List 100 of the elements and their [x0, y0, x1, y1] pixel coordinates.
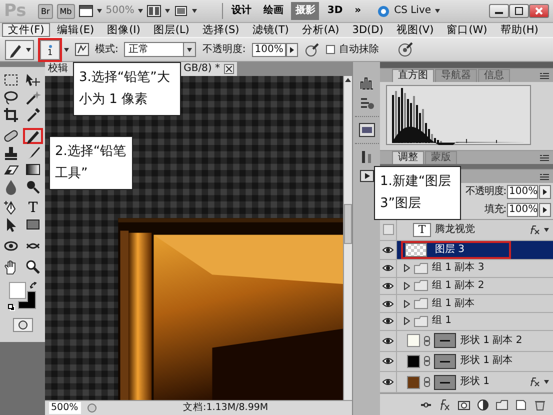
folder-icon[interactable] [495, 398, 509, 410]
effects-icon[interactable] [528, 224, 540, 235]
eye-icon[interactable] [382, 244, 394, 255]
default-colors-icon[interactable] [8, 304, 15, 311]
opacity-slider-button[interactable] [539, 185, 551, 199]
caret-icon[interactable] [544, 380, 549, 384]
eye-icon[interactable] [382, 263, 394, 274]
menu-item[interactable]: 图层(L) [147, 23, 196, 37]
menu-item[interactable]: 图像(I) [101, 23, 146, 37]
opacity-field[interactable]: 100% [507, 185, 538, 199]
menu-item[interactable]: 视图(V) [390, 23, 440, 37]
adjustments-icon[interactable] [360, 150, 374, 164]
new-layer-icon[interactable] [514, 398, 528, 410]
effects-icon[interactable] [528, 377, 540, 388]
play-icon[interactable] [360, 170, 374, 182]
layer-row[interactable]: 图层 3 [380, 240, 553, 260]
panel-tab[interactable]: 信息 [478, 69, 510, 82]
tab-close-button[interactable] [224, 64, 234, 74]
eye-icon[interactable] [382, 356, 394, 366]
opacity-slider-button[interactable] [286, 42, 298, 56]
workspace-button[interactable]: 设计 [227, 2, 256, 20]
menu-item[interactable]: 选择(S) [196, 23, 246, 37]
mini-bridge-icon[interactable] [358, 123, 374, 137]
menu-item[interactable]: 3D(D) [346, 23, 390, 37]
layer-row[interactable]: 形状 1 副本 [380, 352, 553, 372]
workspace-button[interactable]: 摄影 [291, 2, 320, 20]
menu-item[interactable]: 文件(F) [2, 23, 50, 37]
eye-icon[interactable] [382, 298, 394, 309]
panel-menu-icon[interactable] [540, 174, 549, 180]
quick-mask-button[interactable] [13, 318, 33, 332]
panel-menu-icon[interactable] [540, 72, 549, 78]
close-button[interactable] [529, 4, 549, 18]
expand-triangle-icon[interactable] [404, 300, 410, 308]
panel-tab[interactable]: 导航器 [435, 69, 477, 82]
menu-item[interactable]: 窗口(W) [440, 23, 494, 37]
panel-menu-icon[interactable] [540, 154, 549, 160]
workspace-button[interactable]: 3D [323, 2, 347, 20]
panel-tab[interactable]: 直方图 [392, 69, 434, 82]
expand-triangle-icon[interactable] [404, 264, 410, 272]
eye-icon[interactable] [382, 316, 394, 326]
layer-row[interactable]: 组 1 副本 3 [380, 260, 553, 278]
app-button[interactable]: Mb [56, 4, 75, 18]
layer-row[interactable]: 组 1 [380, 313, 553, 331]
histogram-icon[interactable] [360, 76, 374, 90]
effects-icon[interactable] [438, 398, 452, 410]
document-tab-title[interactable]: GB/8) * [184, 63, 220, 75]
scrollbar[interactable] [343, 76, 352, 400]
scrollbar-thumb[interactable] [344, 204, 352, 244]
screen-mode-icon[interactable] [174, 5, 188, 17]
menu-item[interactable]: 编辑(E) [51, 23, 100, 37]
document-tab-title[interactable]: 校辑 [48, 63, 68, 75]
adjustment-layer-icon[interactable] [476, 398, 490, 410]
mode-select[interactable]: 正常 [124, 42, 196, 57]
tool-preset-button[interactable] [5, 40, 34, 60]
trash-icon[interactable] [533, 398, 547, 410]
airbrush-icon[interactable] [304, 42, 320, 58]
menu-item[interactable]: 帮助(H) [494, 23, 544, 37]
auto-erase-checkbox[interactable] [326, 45, 335, 54]
tablet-pressure-icon[interactable] [396, 42, 413, 58]
menu-item[interactable]: 滤镜(T) [246, 23, 295, 37]
layer-row[interactable]: 组 1 副本 2 [380, 278, 553, 296]
app-button[interactable]: Br [38, 4, 53, 18]
expand-triangle-icon[interactable] [404, 317, 410, 326]
tool-button[interactable] [23, 73, 43, 89]
tool-button[interactable] [23, 128, 43, 144]
foreground-swatch[interactable] [9, 282, 26, 299]
eye-icon[interactable] [382, 280, 394, 291]
fill-field[interactable]: 100% [507, 203, 538, 217]
minimize-button[interactable] [489, 4, 509, 18]
zoom-field[interactable]: 500% [49, 402, 81, 414]
view-extras-icon[interactable] [78, 5, 93, 17]
maximize-button[interactable] [509, 4, 529, 18]
visibility-toggle[interactable] [382, 224, 394, 236]
panel-tab[interactable]: 蒙版 [425, 151, 457, 164]
tool-button[interactable]: T [23, 200, 43, 216]
brush-size-button[interactable]: 1 [40, 40, 60, 60]
background-swatch[interactable] [18, 291, 36, 309]
eye-icon[interactable] [382, 377, 394, 388]
brush-panel-icon[interactable] [75, 43, 89, 56]
layer-row[interactable]: 组 1 副本 [380, 295, 553, 314]
eye-icon[interactable] [382, 336, 394, 346]
cs-live-label[interactable]: CS Live [394, 5, 432, 17]
panel-tab[interactable]: 调整 [392, 151, 424, 164]
workspace-button[interactable]: 绘画 [259, 2, 288, 20]
tool-button[interactable] [23, 162, 43, 178]
caret-icon [64, 48, 69, 52]
menu-item[interactable]: 分析(A) [296, 23, 346, 37]
expand-triangle-icon[interactable] [404, 282, 410, 290]
tool-button[interactable] [1, 107, 21, 123]
caret-icon[interactable] [544, 228, 549, 232]
swap-colors-icon[interactable] [30, 282, 37, 289]
fill-slider-button[interactable] [539, 203, 551, 217]
layer-row[interactable]: 形状 1 [380, 372, 553, 393]
opacity-field[interactable]: 100% [252, 42, 286, 56]
layer-row[interactable]: T 腾龙视觉 [380, 220, 553, 241]
layer-row[interactable]: 形状 1 副本 2 [380, 330, 553, 352]
mask-icon[interactable] [457, 398, 471, 410]
info-icon[interactable] [360, 96, 374, 110]
arrange-icon[interactable] [147, 5, 162, 17]
workspace-button[interactable]: » [350, 2, 366, 20]
